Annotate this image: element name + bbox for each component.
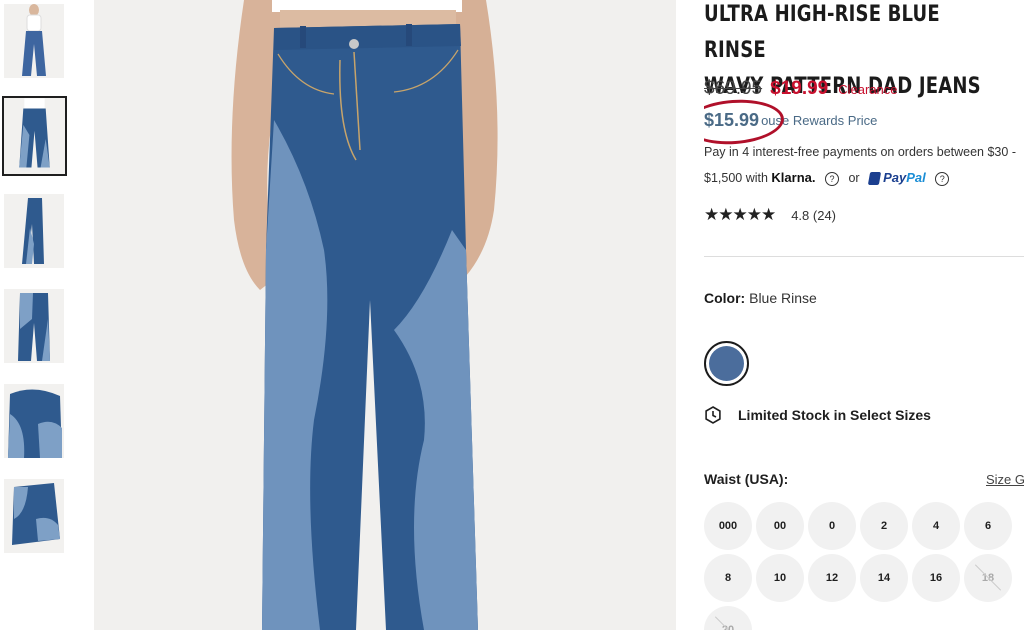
size-button-2[interactable]: 2	[860, 502, 908, 550]
size-guide-link[interactable]: Size Gu	[986, 472, 1024, 487]
size-button-8[interactable]: 8	[704, 554, 752, 602]
thumbnail-5[interactable]	[4, 384, 64, 458]
color-label: Color: Blue Rinse	[704, 290, 817, 306]
klarna-logo: Klarna.	[771, 170, 816, 185]
thumbnail-image	[4, 98, 65, 174]
size-button-6[interactable]: 6	[964, 502, 1012, 550]
or-text: or	[848, 171, 860, 185]
size-button-000[interactable]: 000	[704, 502, 752, 550]
installment-info: Pay in 4 interest-free payments on order…	[704, 139, 1022, 191]
thumbnail-4[interactable]	[4, 289, 64, 363]
stock-text: Limited Stock in Select Sizes	[738, 407, 931, 423]
star-rating-icon: ★★★★★	[704, 205, 776, 224]
thumbnail-6[interactable]	[4, 479, 64, 553]
thumbnail-image	[4, 479, 64, 553]
waist-label: Waist (USA):	[704, 471, 789, 487]
clearance-label: Clearance	[838, 82, 898, 97]
divider	[704, 256, 1024, 257]
size-button-14[interactable]: 14	[860, 554, 908, 602]
size-button-0[interactable]: 0	[808, 502, 856, 550]
original-price: $69.95	[704, 78, 763, 99]
rating-value: 4.8 (24)	[791, 207, 837, 223]
thumbnail-3[interactable]	[4, 194, 64, 268]
thumbnail-image	[4, 194, 64, 268]
size-button-20-unavailable[interactable]: 20	[704, 606, 752, 630]
paypal-icon	[867, 172, 882, 186]
size-button-4[interactable]: 4	[912, 502, 960, 550]
product-info-panel: ULTRA HIGH-RISE BLUE RINSE WAVY PATTERN …	[704, 0, 1024, 630]
price-row: $69.95 $19.99 Clearance	[704, 78, 898, 100]
thumbnail-image	[4, 384, 64, 458]
paypal-help-icon[interactable]: ?	[935, 171, 950, 186]
color-value: Blue Rinse	[749, 290, 817, 306]
size-button-10[interactable]: 10	[756, 554, 804, 602]
main-product-image[interactable]	[94, 0, 676, 630]
color-swatch-blue-rinse[interactable]	[704, 341, 749, 386]
stock-notice: Limited Stock in Select Sizes	[704, 406, 931, 424]
color-label-key: Color:	[704, 290, 746, 306]
sale-price: $19.99	[770, 78, 829, 99]
size-button-12[interactable]: 12	[808, 554, 856, 602]
klarna-help-icon[interactable]: ?	[824, 171, 839, 186]
thumbnail-image	[4, 4, 64, 78]
thumbnail-gallery	[0, 0, 80, 630]
paypal-logo-text-a: Pay	[883, 170, 907, 185]
size-button-18-unavailable[interactable]: 18	[964, 554, 1012, 602]
paypal-logo: PayPal	[867, 170, 926, 186]
thumbnail-image	[4, 289, 64, 363]
swatch-fill	[709, 346, 744, 381]
thumbnail-2-selected[interactable]	[2, 96, 67, 176]
clock-icon	[705, 406, 721, 424]
paypal-logo-text-b: Pal	[906, 170, 926, 185]
size-button-16[interactable]: 16	[912, 554, 960, 602]
installment-text: Pay in 4 interest-free payments on order…	[704, 145, 1016, 185]
product-title-line-1: ULTRA HIGH-RISE BLUE RINSE	[704, 2, 940, 63]
rating-summary[interactable]: ★★★★★ 4.8 (24)	[704, 205, 836, 225]
thumbnail-1[interactable]	[4, 4, 64, 78]
jeans-illustration	[94, 0, 676, 630]
size-button-00[interactable]: 00	[756, 502, 804, 550]
